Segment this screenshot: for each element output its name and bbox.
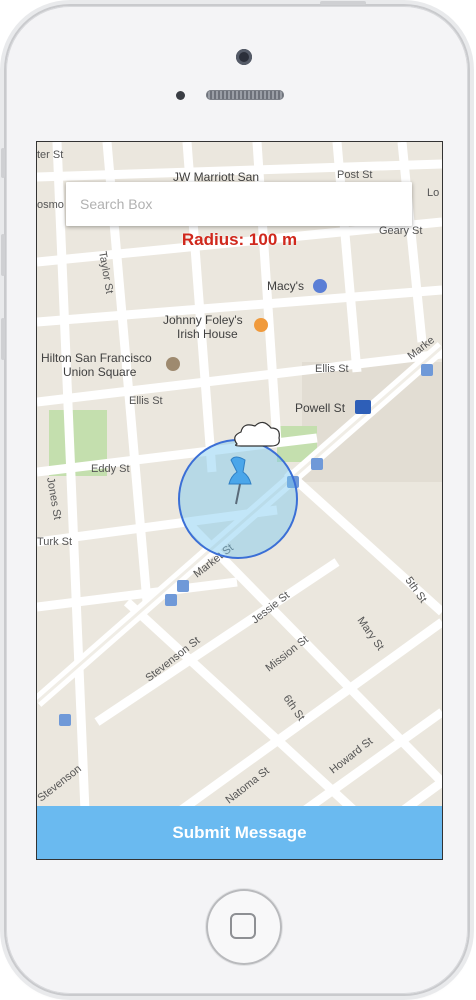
place-label: Union Square: [63, 365, 137, 379]
street-label: ter St: [37, 149, 63, 161]
volume-down-button: [1, 318, 5, 360]
street-label: Turk St: [37, 536, 72, 548]
street-label: Eddy St: [91, 463, 130, 475]
transit-stop-icon[interactable]: [311, 458, 323, 470]
transit-stop-icon[interactable]: [421, 364, 433, 376]
search-input[interactable]: [66, 182, 414, 226]
transit-stop-icon[interactable]: [59, 714, 71, 726]
app-screen: ter St Post St Geary St osmo Lo Taylor S…: [36, 141, 443, 860]
restaurant-icon[interactable]: [254, 318, 268, 332]
street-label: Ellis St: [129, 395, 163, 407]
earpiece-speaker: [206, 90, 284, 100]
place-label: Powell St: [295, 401, 346, 415]
place-label: Johnny Foley's: [163, 313, 243, 327]
transit-icon[interactable]: [355, 400, 371, 414]
transit-stop-icon[interactable]: [165, 594, 177, 606]
street-label: Post St: [337, 169, 372, 181]
place-label: Irish House: [177, 327, 238, 341]
street-label: Ellis St: [315, 363, 349, 375]
search-box[interactable]: [66, 182, 414, 226]
street-label: Lo: [427, 187, 439, 199]
place-label: Macy's: [267, 279, 304, 293]
home-square-icon: [230, 913, 256, 939]
volume-up-button: [1, 234, 5, 276]
mute-switch: [1, 148, 5, 178]
radius-label: Radius: 100 m: [181, 230, 298, 249]
proximity-sensor: [176, 91, 185, 100]
transit-stop-icon[interactable]: [177, 580, 189, 592]
shopping-icon[interactable]: [313, 279, 327, 293]
hotel-icon[interactable]: [166, 357, 180, 371]
submit-message-button[interactable]: Submit Message: [37, 806, 442, 859]
power-button: [320, 1, 366, 5]
street-label: osmo: [37, 199, 64, 211]
place-label: Hilton San Francisco: [41, 351, 152, 365]
home-button[interactable]: [206, 889, 282, 965]
front-camera-icon: [236, 49, 252, 65]
